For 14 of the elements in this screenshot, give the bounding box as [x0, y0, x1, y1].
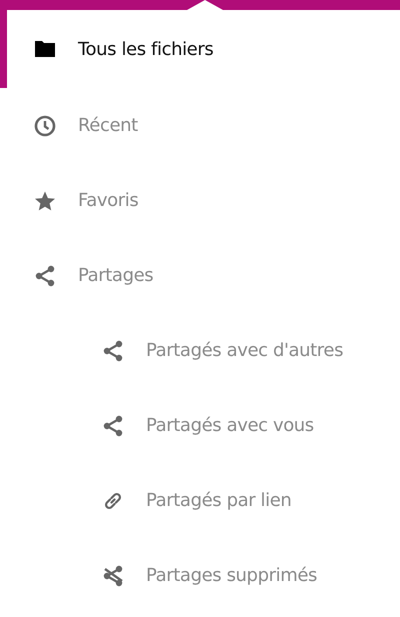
nav-item[interactable]: Favoris: [0, 163, 400, 238]
pointer-notch: [187, 0, 223, 10]
nav-item[interactable]: Partages supprimés: [0, 538, 400, 613]
clock-icon: [33, 114, 57, 138]
nav-item[interactable]: Partages: [0, 238, 400, 313]
nav-item[interactable]: Partagés par lien: [0, 463, 400, 538]
nav-item[interactable]: Tous les fichiers: [0, 10, 400, 88]
share-icon: [101, 338, 125, 362]
crossed-share-icon: [101, 564, 125, 588]
nav-item[interactable]: Partagés avec d'autres: [0, 313, 400, 388]
nav-item[interactable]: Récent: [0, 88, 400, 163]
share-icon: [101, 414, 125, 438]
share-icon: [33, 264, 57, 288]
nav-item[interactable]: Partagés avec vous: [0, 388, 400, 463]
